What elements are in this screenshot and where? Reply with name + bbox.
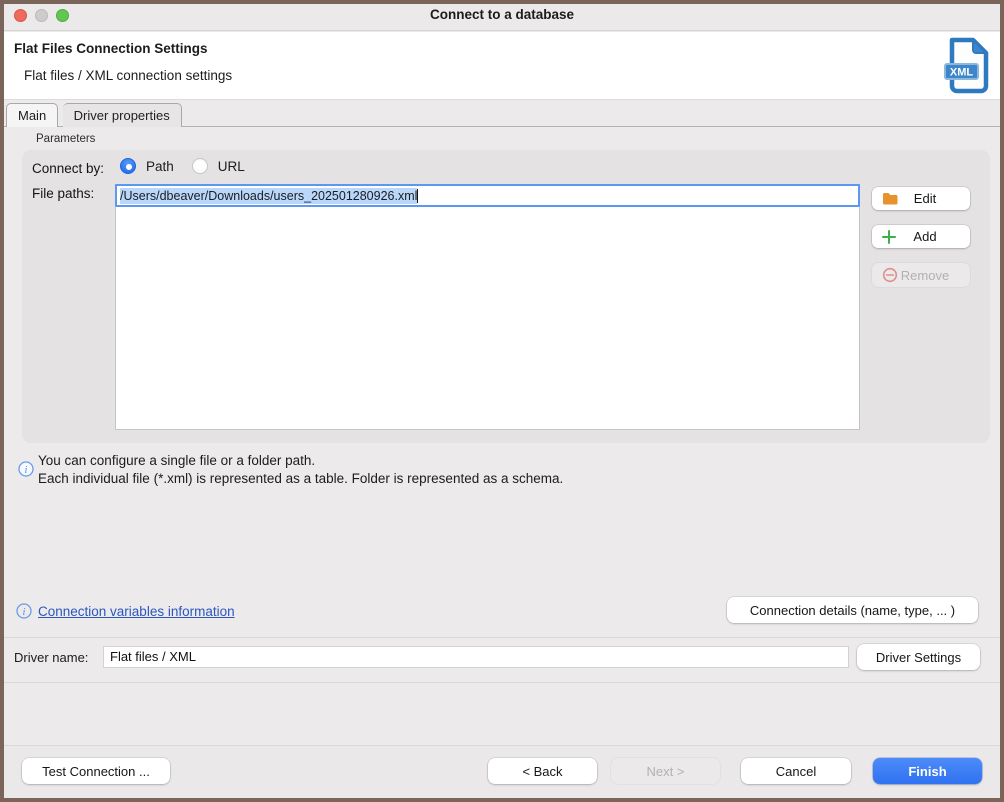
radio-path[interactable] xyxy=(120,158,136,174)
connect-by-label: Connect by: xyxy=(32,161,104,176)
file-paths-label: File paths: xyxy=(32,186,94,201)
info-icon: i xyxy=(18,461,34,477)
dialog-header: Flat Files Connection Settings Flat file… xyxy=(0,32,1004,100)
svg-text:i: i xyxy=(25,465,28,476)
window-title: Connect to a database xyxy=(0,0,1004,31)
info-icon-link: i xyxy=(16,603,32,619)
plus-icon xyxy=(882,230,900,244)
driver-settings-button[interactable]: Driver Settings xyxy=(857,644,980,670)
separator xyxy=(0,637,1004,638)
tab-strip: Main Driver properties xyxy=(0,103,1004,127)
file-path-selected-text: /Users/dbeaver/Downloads/users_202501280… xyxy=(120,188,417,204)
svg-text:i: i xyxy=(23,607,26,618)
radio-url[interactable] xyxy=(192,158,208,174)
folder-icon xyxy=(882,192,900,205)
text-caret xyxy=(417,189,418,203)
remove-button[interactable]: Remove xyxy=(872,263,970,287)
tab-driver-properties[interactable]: Driver properties xyxy=(63,103,182,127)
page-title: Flat Files Connection Settings xyxy=(14,41,208,56)
back-button[interactable]: < Back xyxy=(488,758,597,784)
minus-circle-icon xyxy=(882,267,900,283)
connection-details-button[interactable]: Connection details (name, type, ... ) xyxy=(727,597,978,623)
page-subtitle: Flat files / XML connection settings xyxy=(24,68,232,83)
xml-file-icon: XML xyxy=(942,35,992,95)
cancel-button[interactable]: Cancel xyxy=(741,758,851,784)
radio-url-label[interactable]: URL xyxy=(218,159,245,174)
test-connection-button[interactable]: Test Connection ... xyxy=(22,758,170,784)
file-paths-list[interactable]: /Users/dbeaver/Downloads/users_202501280… xyxy=(115,184,860,430)
info-text: You can configure a single file or a fol… xyxy=(38,452,563,487)
driver-name-label: Driver name: xyxy=(14,650,88,665)
title-bar: Connect to a database xyxy=(0,0,1004,31)
driver-name-field: Flat files / XML xyxy=(103,646,849,668)
edit-button[interactable]: Edit xyxy=(872,187,970,210)
add-button[interactable]: Add xyxy=(872,225,970,248)
info-line-1: You can configure a single file or a fol… xyxy=(38,452,563,470)
finish-button[interactable]: Finish xyxy=(873,758,982,784)
info-line-2: Each individual file (*.xml) is represen… xyxy=(38,470,563,488)
parameters-group-label: Parameters xyxy=(36,133,95,145)
separator xyxy=(0,682,1004,683)
radio-path-label[interactable]: Path xyxy=(146,159,174,174)
next-button[interactable]: Next > xyxy=(611,758,720,784)
connection-variables-link[interactable]: Connection variables information xyxy=(38,604,235,619)
tab-main[interactable]: Main xyxy=(6,103,58,127)
svg-text:XML: XML xyxy=(950,67,974,79)
file-path-input[interactable]: /Users/dbeaver/Downloads/users_202501280… xyxy=(115,184,860,207)
